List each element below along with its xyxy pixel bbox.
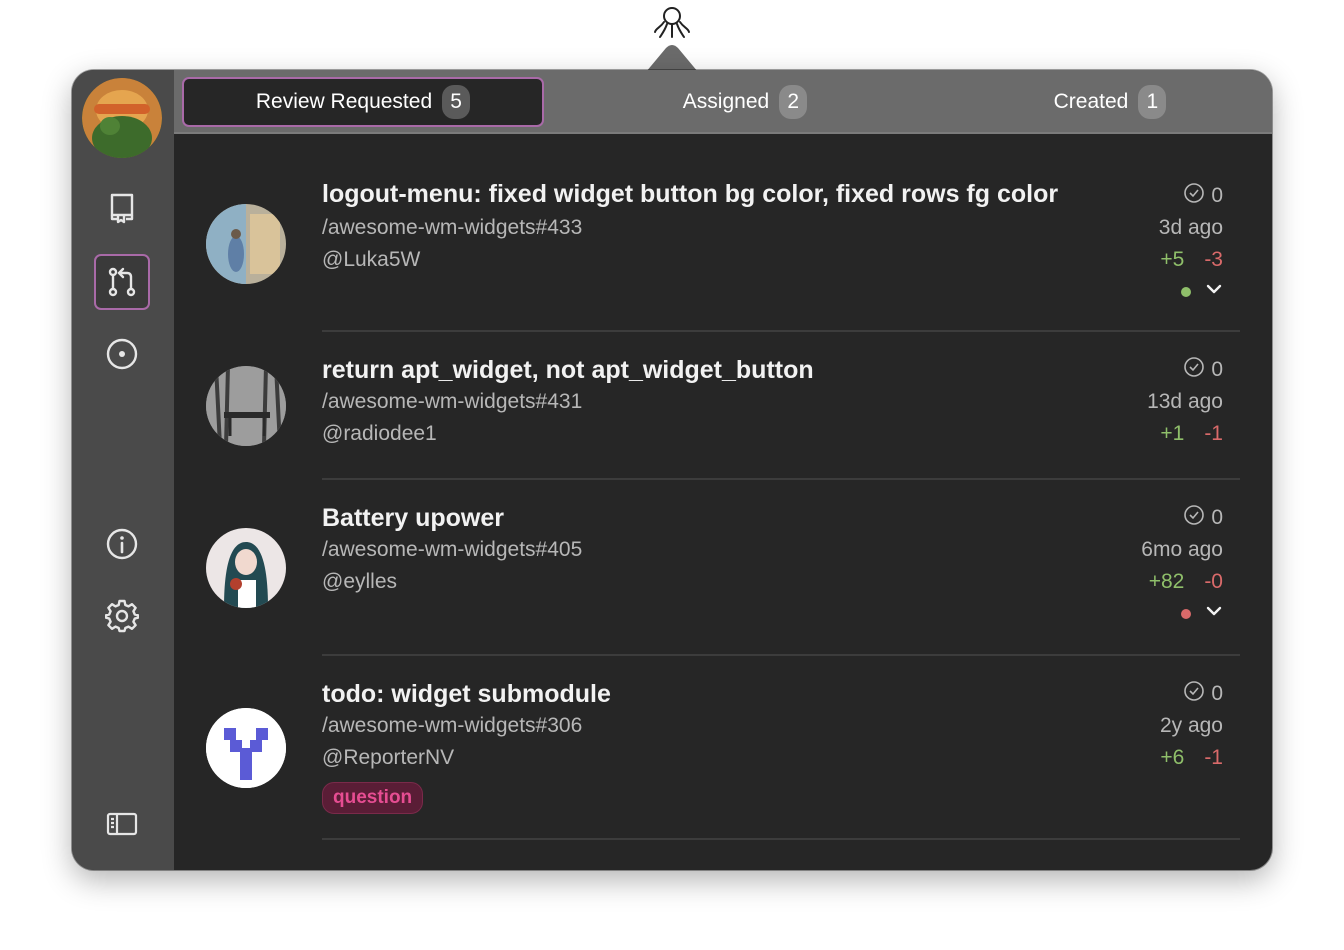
approval-check-icon: [1183, 504, 1205, 532]
approval-check-icon: [1183, 182, 1205, 210]
pr-repo: /awesome-wm-widgets#431: [322, 390, 583, 413]
octopus-icon[interactable]: [652, 4, 692, 42]
status-dot: [1181, 287, 1191, 297]
pr-repo: /awesome-wm-widgets#433: [322, 216, 583, 239]
tab-created[interactable]: Created 1: [1010, 77, 1210, 127]
chevron-down-icon[interactable]: [1205, 280, 1223, 304]
additions: +1: [1160, 422, 1185, 445]
tab-review-requested[interactable]: Review Requested 5: [182, 77, 544, 127]
popover-window: Review Requested 5 Assigned 2 Created 1: [72, 70, 1272, 870]
pr-title[interactable]: logout-menu: fixed widget button bg colo…: [322, 180, 1058, 209]
deletions: -1: [1204, 422, 1223, 445]
approval-check-icon: [1183, 356, 1205, 384]
chevron-down-icon[interactable]: [1205, 602, 1223, 626]
deletions: -0: [1204, 570, 1223, 593]
pr-author: @eylles: [322, 570, 398, 593]
tab-count-badge: 2: [779, 85, 808, 119]
tab-count-badge: 1: [1138, 85, 1167, 119]
pr-age: 6mo ago: [1141, 538, 1223, 561]
gear-icon[interactable]: [94, 588, 150, 644]
pr-meta: 0 6mo ago +82 -0: [1141, 502, 1223, 630]
additions: +82: [1148, 570, 1185, 593]
pr-meta: 0 2y ago +6 -1: [1160, 678, 1223, 774]
pr-title[interactable]: Battery upower: [322, 504, 504, 533]
tab-label: Review Requested: [255, 90, 433, 113]
list-item[interactable]: todo: widget submodule /awesome-wm-widge…: [174, 656, 1272, 840]
issue-circle-icon[interactable]: [94, 326, 150, 382]
pr-age: 2y ago: [1159, 714, 1223, 737]
pr-meta: 0 3d ago +5 -3: [1159, 180, 1223, 308]
list-item[interactable]: Battery upower /awesome-wm-widgets#405 @…: [174, 480, 1272, 656]
label-badge: question: [322, 782, 424, 814]
user-avatar[interactable]: [82, 78, 162, 158]
divider: [322, 838, 1240, 840]
info-icon[interactable]: [94, 516, 150, 572]
tab-label: Assigned: [682, 90, 770, 113]
popover-arrow: [646, 44, 698, 72]
pr-age: 13d ago: [1147, 390, 1223, 413]
sidebar: [72, 70, 174, 870]
author-avatar: [206, 528, 286, 608]
pr-age: 3d ago: [1158, 216, 1223, 239]
additions: +5: [1160, 248, 1185, 271]
approval-count: 0: [1211, 682, 1223, 705]
pr-title[interactable]: todo: widget submodule: [322, 680, 611, 709]
tab-count-badge: 5: [442, 85, 471, 119]
author-avatar: [206, 204, 286, 284]
author-avatar: [206, 708, 286, 788]
tab-label: Created: [1053, 90, 1129, 113]
pr-author: @ReporterNV: [322, 746, 455, 769]
additions: +6: [1160, 746, 1185, 769]
approval-count: 0: [1211, 358, 1223, 381]
pr-repo: /awesome-wm-widgets#405: [322, 538, 583, 561]
tab-assigned[interactable]: Assigned 2: [640, 77, 850, 127]
sidebar-toggle-icon[interactable]: [94, 796, 150, 852]
deletions: -1: [1204, 746, 1223, 769]
pr-author: @radiodee1: [322, 422, 437, 445]
tab-bar: Review Requested 5 Assigned 2 Created 1: [174, 70, 1272, 134]
approval-check-icon: [1183, 680, 1205, 708]
status-dot: [1181, 609, 1191, 619]
deletions: -3: [1204, 248, 1223, 271]
git-pull-request-icon[interactable]: [94, 254, 150, 310]
pr-author: @Luka5W: [322, 248, 421, 271]
pull-request-list: logout-menu: fixed widget button bg colo…: [174, 136, 1272, 870]
pr-title[interactable]: return apt_widget, not apt_widget_button: [322, 356, 814, 385]
repo-icon[interactable]: [94, 180, 150, 236]
approval-count: 0: [1211, 506, 1223, 529]
approval-count: 0: [1211, 184, 1223, 207]
list-item[interactable]: logout-menu: fixed widget button bg colo…: [174, 136, 1272, 332]
author-avatar: [206, 366, 286, 446]
list-item[interactable]: return apt_widget, not apt_widget_button…: [174, 332, 1272, 480]
pr-meta: 0 13d ago +1 -1: [1147, 354, 1223, 450]
pr-repo: /awesome-wm-widgets#306: [322, 714, 583, 737]
